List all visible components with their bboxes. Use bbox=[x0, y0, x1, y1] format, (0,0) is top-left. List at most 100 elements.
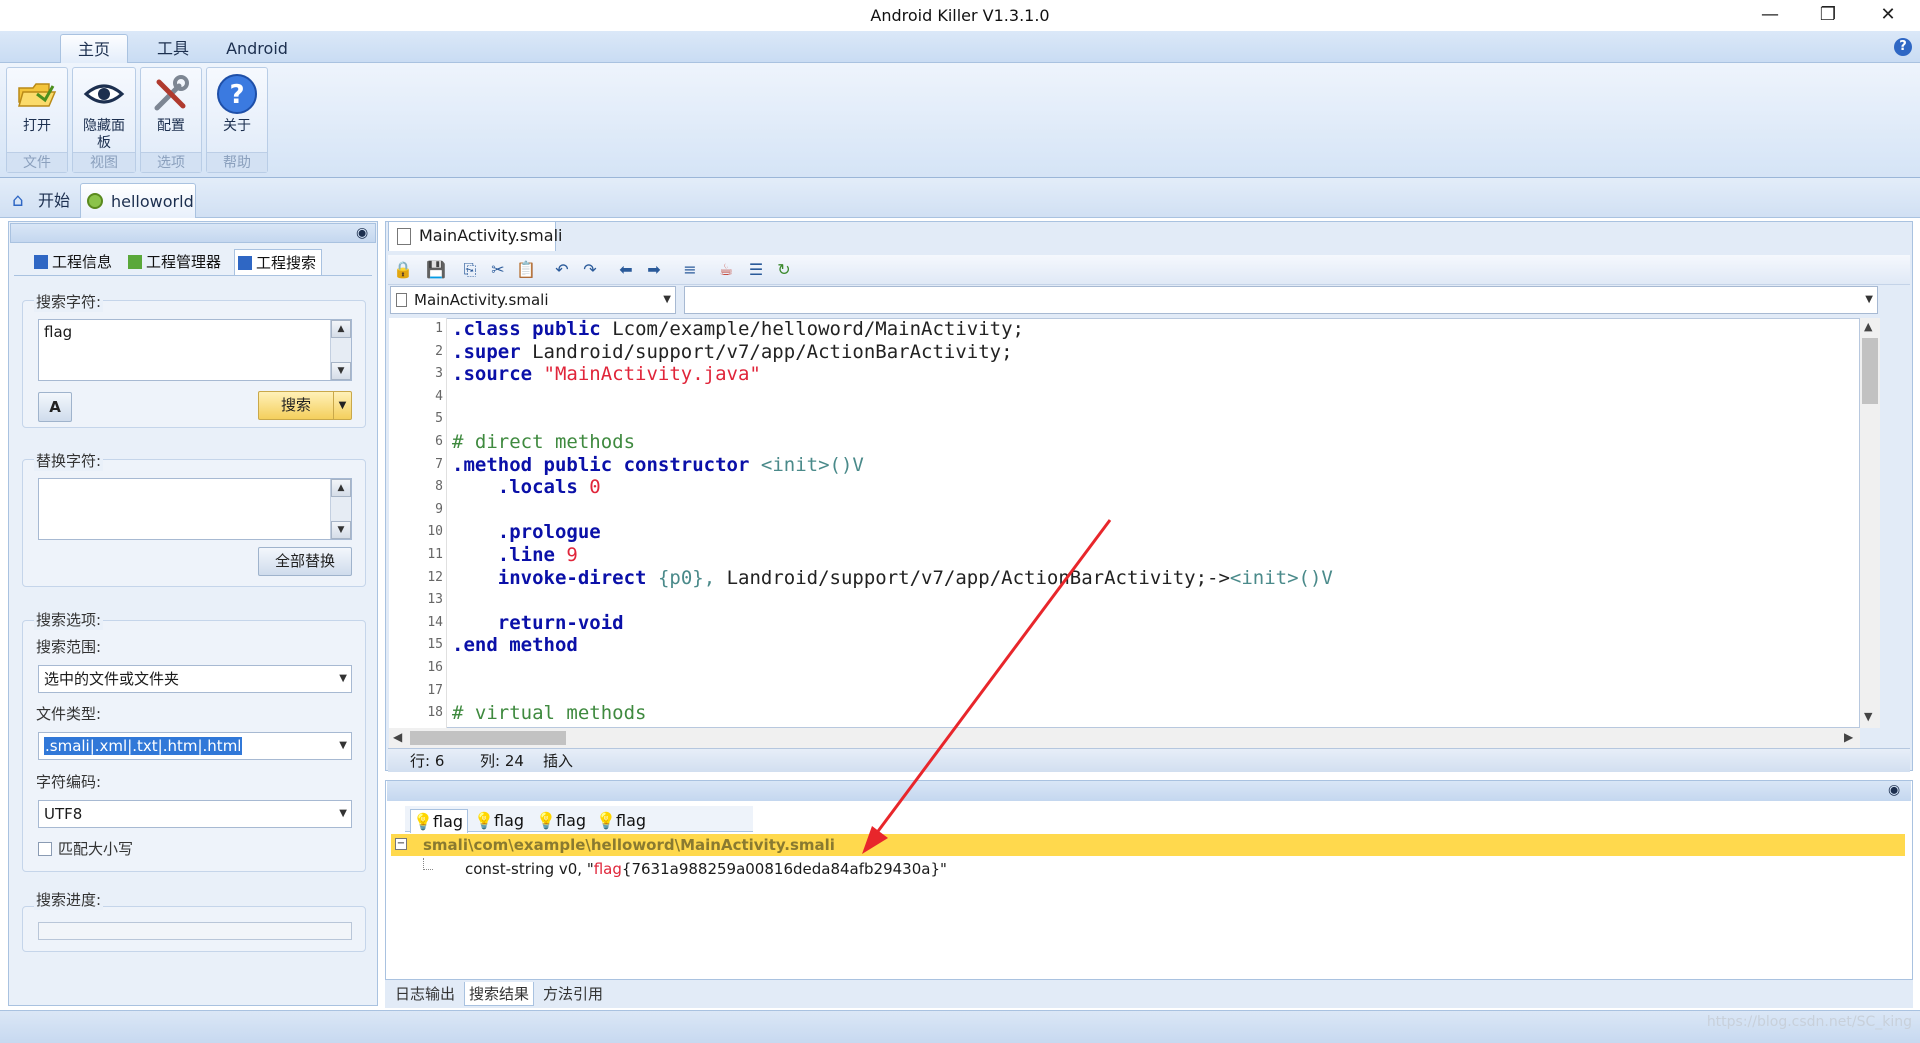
save-icon[interactable]: 💾 bbox=[426, 260, 446, 280]
ribbon-tab-android[interactable]: Android bbox=[218, 34, 296, 64]
home-icon: ⌂ bbox=[12, 190, 24, 211]
scroll-left-icon[interactable]: ◀ bbox=[393, 730, 402, 744]
scope-label: 搜索范围: bbox=[36, 638, 102, 656]
scroll-down-icon[interactable]: ▼ bbox=[1864, 710, 1872, 723]
code-token: <init>()V bbox=[760, 453, 864, 476]
collapse-icon[interactable]: − bbox=[395, 838, 407, 850]
file-select-value: MainActivity.smali bbox=[414, 291, 549, 309]
lock-icon[interactable]: 🔒 bbox=[393, 260, 413, 280]
result-match-row[interactable]: const-string v0, "flag{7631a988259a00816… bbox=[391, 858, 1905, 880]
replace-all-button[interactable]: 全部替换 bbox=[258, 547, 352, 576]
scroll-up-icon[interactable]: ▲ bbox=[1864, 320, 1872, 333]
result-tab[interactable]: 💡 flag bbox=[594, 809, 652, 833]
match-case-label: 匹配大小写 bbox=[58, 840, 134, 858]
results-panel-header bbox=[387, 781, 1911, 801]
wrap-icon[interactable]: ≡ bbox=[680, 260, 700, 280]
tab-project-manager-label: 工程管理器 bbox=[146, 253, 222, 271]
code-token: 9 bbox=[566, 544, 578, 566]
tab-start[interactable]: ⌂ 开始 bbox=[10, 183, 74, 218]
forward-icon[interactable]: ➡ bbox=[644, 260, 664, 280]
editor-horizontal-scrollbar[interactable] bbox=[389, 728, 1860, 748]
watermark: https://blog.csdn.net/SC_king bbox=[1706, 1014, 1912, 1030]
code-token: Lcom/example/helloword/MainActivity; bbox=[612, 318, 1024, 340]
replace-input-scrollbar[interactable]: ▲ ▼ bbox=[330, 479, 351, 539]
copy-icon[interactable]: ⎘ bbox=[460, 260, 480, 280]
cut-icon[interactable]: ✂ bbox=[488, 260, 508, 280]
result-tab[interactable]: 💡 flag bbox=[472, 809, 530, 833]
restore-button[interactable]: ❐ bbox=[1800, 0, 1856, 31]
line-number: 10 bbox=[427, 524, 443, 540]
match-hit: flag bbox=[593, 860, 622, 878]
scope-select[interactable]: 选中的文件或文件夹 ▼ bbox=[38, 665, 352, 693]
tab-log-output[interactable]: 日志输出 bbox=[390, 982, 460, 1006]
filetype-select[interactable]: .smali|.xml|.txt|.htm|.html ▼ bbox=[38, 732, 352, 760]
code-token: # virtual methods bbox=[452, 702, 647, 725]
close-button[interactable]: ✕ bbox=[1860, 0, 1916, 31]
redo-icon[interactable]: ↷ bbox=[580, 260, 600, 280]
ribbon-tab-tools[interactable]: 工具 bbox=[146, 34, 200, 64]
match-case-checkbox[interactable] bbox=[38, 842, 52, 856]
line-number: 8 bbox=[435, 479, 443, 495]
line-number: 4 bbox=[435, 388, 443, 404]
panel-eye-icon[interactable]: ◉ bbox=[1888, 782, 1900, 798]
help-circle-icon: ? bbox=[217, 74, 257, 114]
lightbulb-icon: 💡 bbox=[413, 812, 433, 831]
open-button[interactable]: 打开 bbox=[7, 68, 67, 152]
back-icon[interactable]: ⬅ bbox=[616, 260, 636, 280]
format-icon[interactable]: ☰ bbox=[746, 260, 766, 280]
chevron-down-icon: ▼ bbox=[339, 740, 347, 751]
panel-eye-icon[interactable]: ◉ bbox=[356, 225, 368, 241]
search-input[interactable]: flag bbox=[38, 319, 352, 381]
dropdown-icon[interactable]: ▼ bbox=[333, 392, 351, 419]
tab-helloworld[interactable]: helloworld bbox=[80, 183, 196, 218]
scroll-up-icon[interactable]: ▲ bbox=[331, 320, 351, 338]
horizontal-scroll-thumb[interactable] bbox=[410, 731, 566, 745]
line-number: 14 bbox=[427, 614, 443, 630]
encoding-label: 字符编码: bbox=[36, 773, 102, 791]
refresh-icon[interactable]: ↻ bbox=[774, 260, 794, 280]
java-icon[interactable]: ☕ bbox=[716, 260, 736, 280]
result-file-row[interactable]: − smali\com\example\helloword\MainActivi… bbox=[391, 834, 1905, 856]
result-tab[interactable]: 💡 flag bbox=[410, 809, 468, 833]
minimize-button[interactable]: — bbox=[1742, 0, 1798, 31]
line-number: 6 bbox=[435, 434, 443, 449]
tab-project-manager[interactable]: 工程管理器 bbox=[126, 249, 230, 275]
scroll-down-icon[interactable]: ▼ bbox=[331, 521, 351, 539]
scroll-down-icon[interactable]: ▼ bbox=[331, 362, 351, 380]
line-number: 5 bbox=[435, 411, 443, 427]
window-title: Android Killer V1.3.1.0 bbox=[870, 6, 1050, 25]
ribbon-tab-home[interactable]: 主页 bbox=[60, 34, 128, 64]
paste-icon[interactable]: 📋 bbox=[516, 260, 536, 280]
scroll-right-icon[interactable]: ▶ bbox=[1844, 730, 1853, 744]
vertical-scroll-thumb[interactable] bbox=[1862, 338, 1878, 404]
search-button[interactable]: 搜索 ▼ bbox=[258, 391, 352, 420]
file-select[interactable]: MainActivity.smali ▼ bbox=[390, 286, 676, 314]
member-select[interactable]: ▼ bbox=[684, 286, 1878, 314]
result-tab[interactable]: 💡 flag bbox=[534, 809, 592, 833]
scroll-up-icon[interactable]: ▲ bbox=[331, 479, 351, 497]
line-number: 17 bbox=[427, 682, 443, 698]
open-label: 打开 bbox=[23, 118, 51, 134]
config-button[interactable]: 配置 bbox=[141, 68, 201, 152]
tab-search-results[interactable]: 搜索结果 bbox=[464, 982, 534, 1006]
hide-panel-button[interactable]: 隐藏面板 bbox=[73, 68, 135, 152]
font-button[interactable]: A bbox=[38, 392, 72, 422]
help-icon[interactable]: ? bbox=[1894, 38, 1912, 56]
code-line: # virtual methods bbox=[452, 702, 646, 725]
config-label: 配置 bbox=[157, 118, 185, 134]
search-input-scrollbar[interactable]: ▲ ▼ bbox=[330, 320, 351, 380]
encoding-select[interactable]: UTF8 ▼ bbox=[38, 800, 352, 828]
result-tab-label: flag bbox=[556, 811, 587, 830]
match-prefix: const-string v0, " bbox=[465, 860, 594, 878]
undo-icon[interactable]: ↶ bbox=[552, 260, 572, 280]
editor-file-tab-label: MainActivity.smali bbox=[419, 226, 563, 245]
tab-project-search[interactable]: 工程搜索 bbox=[234, 249, 322, 275]
tab-method-refs[interactable]: 方法引用 bbox=[538, 982, 608, 1006]
replace-input[interactable] bbox=[38, 478, 352, 540]
about-button[interactable]: ? 关于 bbox=[207, 68, 267, 152]
tab-project-info[interactable]: 工程信息 bbox=[32, 249, 120, 275]
line-number: 16 bbox=[427, 660, 443, 675]
editor-file-tab[interactable]: MainActivity.smali bbox=[388, 221, 562, 251]
code-line: .method public constructor <init>()V bbox=[452, 454, 864, 477]
line-number: 18 bbox=[427, 705, 443, 721]
